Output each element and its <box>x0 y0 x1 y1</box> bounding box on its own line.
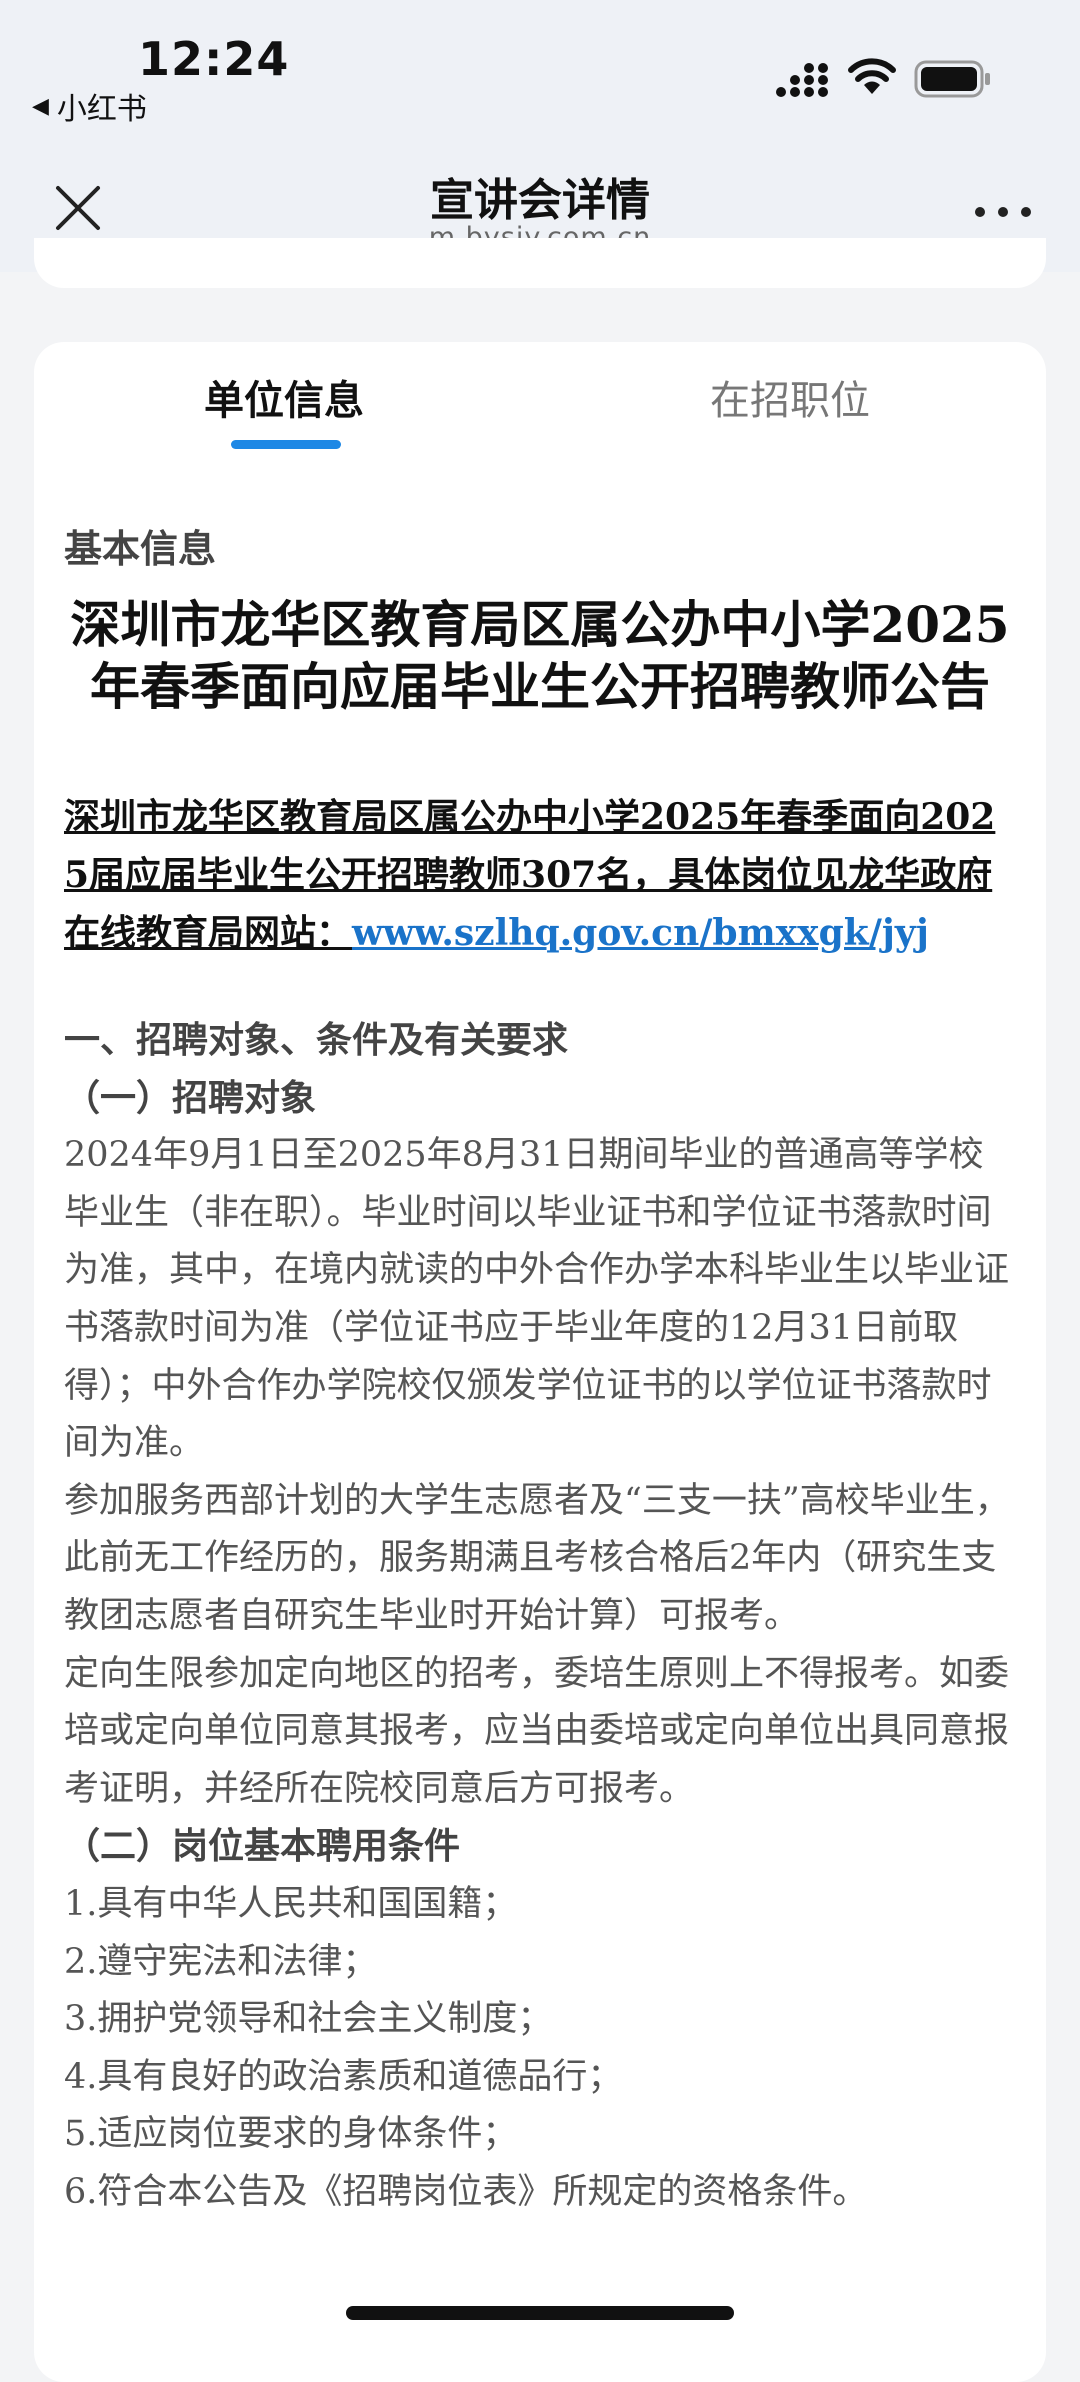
status-time: 12:24 <box>138 32 290 86</box>
more-icon[interactable] <box>972 202 1034 222</box>
tab-company-info[interactable]: 单位信息 <box>204 368 364 426</box>
announcement-intro: 深圳市龙华区教育局区属公办中小学2025年春季面向2025届应届毕业生公开招聘教… <box>64 788 1016 962</box>
signal-icon <box>776 63 828 97</box>
paragraph: 定向生限参加定向地区的招考，委培生原则上不得报考。如委培或定向单位同意其报考，应… <box>64 1653 1010 1809</box>
battery-icon <box>914 60 990 98</box>
wifi-icon <box>848 58 896 94</box>
back-triangle-icon: ◀ <box>32 93 49 119</box>
section-label: 基本信息 <box>64 527 217 571</box>
home-indicator[interactable] <box>346 2306 734 2320</box>
subsection-heading: （二）岗位基本聘用条件 <box>64 1826 461 1868</box>
tab-open-positions[interactable]: 在招职位 <box>710 368 870 426</box>
list-item: 6.符合本公告及《招聘岗位表》所规定的资格条件。 <box>64 2171 868 2212</box>
paragraph: 参加服务西部计划的大学生志愿者及“三支一扶”高校毕业生，此前无工作经历的，服务期… <box>64 1480 1010 1636</box>
announcement-title: 深圳市龙华区教育局区属公办中小学2025年春季面向应届毕业生公开招聘教师公告 <box>70 595 1010 716</box>
list-item: 2.遵守宪法和法律； <box>64 1941 378 1982</box>
paragraph: 2024年9月1日至2025年8月31日期间毕业的普通高等学校毕业生（非在职）。… <box>64 1135 1010 1464</box>
list-item: 4.具有良好的政治素质和道德品行； <box>64 2056 623 2097</box>
list-item: 5.适应岗位要求的身体条件； <box>64 2114 518 2155</box>
announcement-body: 一、招聘对象、条件及有关要求 （一）招聘对象 2024年9月1日至2025年8月… <box>64 1012 1016 2221</box>
subsection-heading: （一）招聘对象 <box>64 1077 317 1119</box>
list-item: 1.具有中华人民共和国国籍； <box>64 1883 518 1924</box>
page-title: 宣讲会详情 <box>430 175 650 226</box>
previous-card-edge <box>34 238 1046 288</box>
status-bar: 12:24 ◀ 小红书 <box>0 0 1080 150</box>
section-heading: 一、招聘对象、条件及有关要求 <box>64 1020 569 1061</box>
back-app-label: 小红书 <box>56 92 147 127</box>
active-tab-indicator <box>231 440 341 449</box>
list-item: 3.拥护党领导和社会主义制度； <box>64 1999 553 2040</box>
company-info-card: 单位信息 在招职位 基本信息 深圳市龙华区教育局区属公办中小学2025年春季面向… <box>34 342 1046 2382</box>
back-to-app-link[interactable]: ◀ 小红书 <box>32 84 147 128</box>
education-bureau-link[interactable]: www.szlhq.gov.cn/bmxxgk/jyj <box>352 912 929 954</box>
